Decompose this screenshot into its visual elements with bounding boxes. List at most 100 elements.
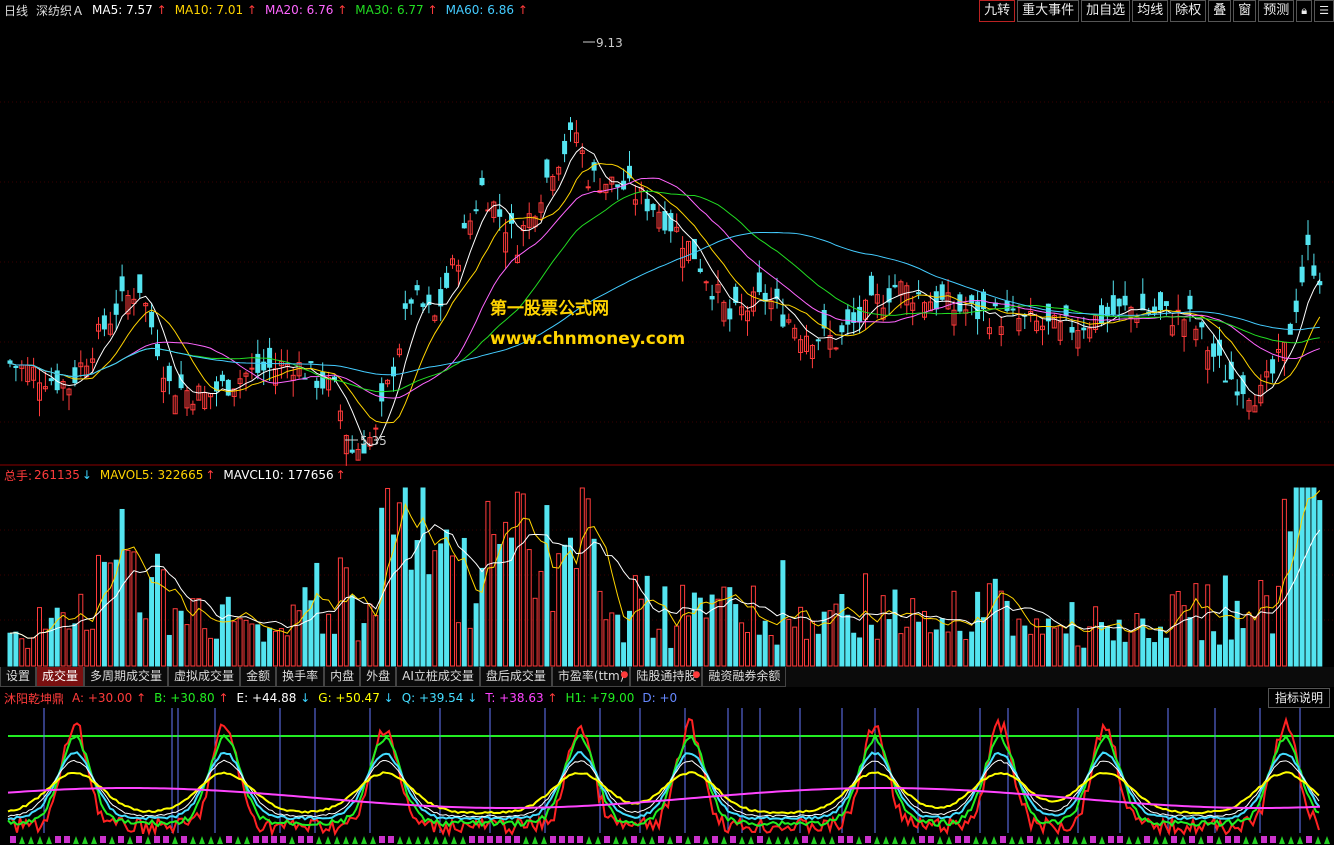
volume-bar [1175, 590, 1181, 667]
volume-bar [42, 628, 48, 667]
up-arrow-icon: ↑ [218, 691, 229, 705]
tab-8[interactable]: AI立桩成交量 [396, 667, 480, 687]
tab-2[interactable]: 多周期成交量 [84, 667, 169, 687]
candle [916, 292, 922, 295]
candle [568, 122, 573, 131]
up-marker-icon [73, 836, 79, 844]
volume-bar [916, 621, 922, 667]
up-marker-icon [37, 836, 43, 844]
tab-10[interactable]: 市盈率(ttm) ● [551, 667, 631, 687]
down-marker-icon [1171, 836, 1177, 843]
volume-bar [320, 633, 326, 667]
toolbar-button-1[interactable]: 重大事件 [1017, 0, 1080, 22]
volume-bar [845, 614, 851, 667]
volume-bar [367, 603, 373, 667]
up-marker-icon [1054, 836, 1060, 844]
volume-bar [739, 622, 745, 667]
candle [379, 383, 385, 402]
toolbar-button-5[interactable]: 叠 [1208, 0, 1232, 22]
candle [709, 295, 715, 300]
down-marker-icon [631, 836, 637, 843]
volume-bar [898, 633, 904, 667]
volume-bar [1146, 638, 1152, 667]
toolbar-button-7[interactable]: 预测 [1258, 0, 1295, 22]
volume-bar [1234, 600, 1240, 667]
up-marker-icon [685, 836, 691, 844]
up-marker-icon [460, 836, 466, 844]
down-marker-icon [388, 836, 394, 843]
tab-0[interactable]: 设置 [0, 667, 37, 687]
volume-bar [125, 549, 131, 667]
up-marker-icon [289, 836, 295, 844]
tab-6[interactable]: 内盘 [324, 667, 361, 687]
tab-12[interactable]: 融资融券余额 [702, 667, 787, 687]
volume-bar [1152, 642, 1158, 667]
volume-bar [361, 623, 367, 667]
volume-bar [485, 500, 491, 667]
up-marker-icon [91, 836, 97, 844]
volume-bar [396, 502, 402, 667]
tab-5[interactable]: 换手率 [276, 667, 325, 687]
toolbar-button-6[interactable]: 窗 [1233, 0, 1257, 22]
down-marker-icon [226, 836, 232, 843]
candle [1158, 292, 1163, 311]
up-marker-icon [199, 836, 205, 844]
lock-icon[interactable]: 🔒︎ [1296, 0, 1313, 22]
up-marker-icon [829, 836, 835, 844]
up-marker-icon [1099, 836, 1105, 844]
up-marker-icon [1018, 836, 1024, 844]
down-marker-icon [1270, 836, 1276, 843]
tab-1[interactable]: 成交量 [36, 667, 85, 687]
candle [1140, 293, 1146, 311]
volume-bar [60, 612, 66, 667]
down-marker-icon [1225, 836, 1231, 843]
volume-bar [13, 631, 19, 667]
volume-bar [874, 638, 880, 667]
volume-bar [1211, 631, 1217, 667]
period-label[interactable]: 日线 [4, 2, 28, 19]
up-marker-icon [451, 836, 457, 844]
up-marker-icon [82, 836, 88, 844]
toolbar-button-3[interactable]: 均线 [1132, 0, 1169, 22]
total-volume-value: 261135 [34, 468, 80, 482]
down-marker-icon [514, 836, 520, 843]
candle [1187, 295, 1193, 310]
up-marker-icon [1180, 836, 1186, 844]
down-marker-icon [1306, 836, 1312, 843]
tab-7[interactable]: 外盘 [360, 667, 397, 687]
down-arrow-icon: ↓ [81, 468, 92, 482]
indicator-value: T: +38.63 ↑ [485, 691, 558, 705]
down-marker-icon [118, 836, 124, 843]
volume-bar [1110, 640, 1116, 667]
tab-4[interactable]: 金额 [240, 667, 277, 687]
up-marker-icon [424, 836, 430, 844]
indicator-help-button[interactable]: 指标说明 [1267, 688, 1330, 708]
volume-bar [461, 537, 467, 667]
watermark-url: www.chnmoney.com [490, 329, 686, 349]
down-marker-icon [730, 836, 736, 843]
volume-bar [851, 632, 857, 667]
up-marker-icon [649, 836, 655, 844]
toolbar-button-4[interactable]: 除权 [1170, 0, 1207, 22]
tab-11[interactable]: 陆股通持股 ● [630, 667, 703, 687]
candle [644, 198, 650, 212]
stock-name: 深纺织Ａ [36, 3, 85, 18]
down-marker-icon [496, 836, 502, 843]
indicator-chart[interactable] [0, 708, 1334, 845]
volume-bar [402, 487, 408, 667]
tab-3[interactable]: 虚拟成交量 [168, 667, 241, 687]
volume-chart[interactable] [0, 485, 1334, 667]
toolbar-button-0[interactable]: 九转 [979, 0, 1016, 22]
down-marker-icon [505, 836, 511, 843]
volume-bar [113, 559, 119, 667]
toolbar-button-2[interactable]: 加自选 [1081, 0, 1131, 22]
candlestick-chart[interactable] [0, 22, 1334, 466]
volume-bar [308, 600, 314, 667]
up-marker-icon [1297, 836, 1303, 844]
volume-bar [1317, 500, 1323, 667]
volume-bar [284, 635, 290, 667]
menu-icon[interactable]: ☰ [1314, 0, 1334, 22]
up-marker-icon [820, 836, 826, 844]
tab-9[interactable]: 盘后成交量 [479, 667, 552, 687]
up-marker-icon [127, 836, 133, 844]
